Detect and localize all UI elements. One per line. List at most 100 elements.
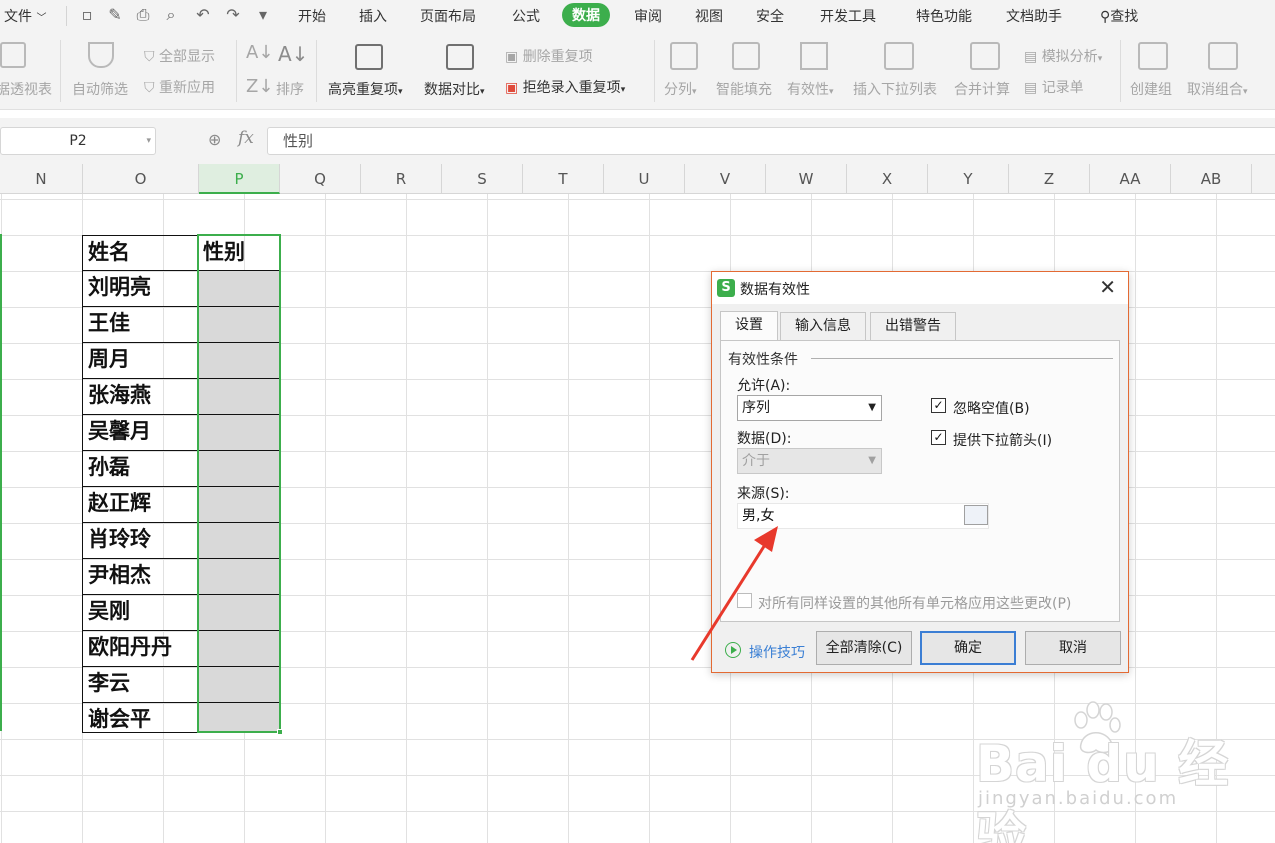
name-cell[interactable]: 刘明亮 [82,271,198,306]
record-form-button[interactable]: ▤ 记录单 [1024,77,1084,97]
print-preview-icon[interactable]: ⌕ [160,5,182,25]
tab-insert[interactable]: 插入 [359,6,387,26]
create-group-button[interactable]: 创建组 [1130,79,1172,99]
cancel-group-button[interactable]: 取消组合▾ [1187,79,1248,99]
tab-review[interactable]: 审阅 [634,6,662,26]
selection-edge [0,234,2,731]
dropdown-arrow-checkbox[interactable]: ✓ [931,430,946,445]
insert-dropdown-button[interactable]: 插入下拉列表 [853,79,937,99]
header-name-cell[interactable]: 姓名 [82,236,198,270]
tab-input-message[interactable]: 输入信息 [780,312,866,340]
name-cell[interactable]: 孙磊 [82,451,198,486]
close-icon[interactable]: ✕ [1099,276,1116,298]
data-select: 介于 ▼ [737,448,882,474]
name-cell[interactable]: 吴馨月 [82,415,198,450]
column-header-aa[interactable]: AA [1090,164,1171,194]
tab-formula[interactable]: 公式 [512,6,540,26]
apply-all-label: 对所有同样设置的其他所有单元格应用这些更改(P) [758,596,1072,612]
show-all-button[interactable]: ⛉ 全部显示 [144,46,215,66]
tab-home[interactable]: 开始 [298,6,326,26]
zoom-formula-icon[interactable]: ⊕ [208,130,221,149]
dropdown-arrow-icon: ▼ [868,455,876,466]
reject-duplicates-button[interactable]: ▣ 拒绝录入重复项▾ [505,77,625,97]
file-menu[interactable]: 文件 ﹀ [4,6,46,26]
tips-link[interactable]: 操作技巧 [749,642,805,662]
name-cell[interactable]: 尹相杰 [82,559,198,594]
watermark-brand: Bai du 经验 [976,735,1230,843]
delete-duplicates-button[interactable]: ▣ 删除重复项 [505,46,593,66]
column-header-y[interactable]: Y [928,164,1009,194]
name-cell[interactable]: 李云 [82,667,198,702]
column-header-t[interactable]: T [523,164,604,194]
tab-view[interactable]: 视图 [695,6,723,26]
tab-special[interactable]: 特色功能 [916,6,972,26]
print-icon[interactable]: ⎙ [132,5,154,25]
name-cell[interactable]: 王佳 [82,307,198,342]
ribbon-separator [654,40,655,102]
column-header-q[interactable]: Q [280,164,361,194]
reapply-button[interactable]: ⛉ 重新应用 [144,77,215,97]
format-painter-icon[interactable]: ✎ [104,5,126,25]
sort-asc-icon[interactable]: A↓ [246,42,273,63]
name-cell[interactable]: 肖玲玲 [82,523,198,558]
cancel-button[interactable]: 取消 [1025,631,1121,665]
chevron-down-icon[interactable]: ▾ [146,128,151,154]
clear-all-button[interactable]: 全部清除(C) [816,631,912,665]
name-cell[interactable]: 周月 [82,343,198,378]
column-header-r[interactable]: R [361,164,442,194]
allow-select[interactable]: 序列 ▼ [737,395,882,421]
name-cell[interactable]: 谢会平 [82,703,198,732]
fill-handle[interactable] [277,729,283,735]
search-button[interactable]: ⚲查找 [1100,6,1138,26]
highlight-duplicates-button[interactable]: 高亮重复项▾ [328,79,403,99]
name-box[interactable]: P2 ▾ [0,127,156,155]
range-picker-icon[interactable] [964,505,988,525]
dialog-titlebar[interactable]: S 数据有效性 ✕ [712,272,1128,304]
ignore-blank-checkbox[interactable]: ✓ [931,398,946,413]
validity-button[interactable]: 有效性▾ [787,79,834,99]
pivot-table-button[interactable]: 数据透视表 [0,79,52,99]
name-cell[interactable]: 张海燕 [82,379,198,414]
name-cell[interactable]: 欧阳丹丹 [82,631,198,666]
redo-icon[interactable]: ↷ [222,5,244,25]
ok-button[interactable]: 确定 [920,631,1016,665]
simulate-analysis-button[interactable]: ▤ 模拟分析▾ [1024,46,1102,66]
name-cell[interactable]: 赵正辉 [82,487,198,522]
column-header-x[interactable]: X [847,164,928,194]
tab-doc-assistant[interactable]: 文档助手 [1006,6,1062,26]
name-cell[interactable]: 吴刚 [82,595,198,630]
column-header-s[interactable]: S [442,164,523,194]
column-header-p[interactable]: P [199,164,280,194]
tab-settings[interactable]: 设置 [720,311,778,341]
column-header-ab[interactable]: AB [1171,164,1252,194]
autofilter-button[interactable]: 自动筛选 [72,79,128,99]
merge-calc-icon [970,42,1000,70]
save-icon[interactable]: ▫ [76,5,98,25]
sort-desc-icon[interactable]: Z↓ [246,76,273,97]
record-form-icon: ▤ [1024,80,1042,96]
sort-button[interactable]: 排序 [276,79,304,99]
tab-security[interactable]: 安全 [756,6,784,26]
column-header-v[interactable]: V [685,164,766,194]
smart-fill-button[interactable]: 智能填充 [716,79,772,99]
formula-input[interactable]: 性别 [267,127,1275,155]
merge-calc-button[interactable]: 合并计算 [954,79,1010,99]
tab-page-layout[interactable]: 页面布局 [420,6,476,26]
data-compare-button[interactable]: 数据对比▾ [424,79,485,99]
column-header-w[interactable]: W [766,164,847,194]
column-header-n[interactable]: N [0,164,83,194]
tab-error-alert[interactable]: 出错警告 [870,312,956,340]
column-header-u[interactable]: U [604,164,685,194]
play-tips-icon[interactable] [725,642,741,658]
column-header-z[interactable]: Z [1009,164,1090,194]
data-validity-dialog: S 数据有效性 ✕ 设置 输入信息 出错警告 有效性条件 允许(A): 序列 ▼ … [711,271,1129,673]
undo-icon[interactable]: ↶ [192,5,214,25]
source-input[interactable]: 男,女 [737,503,989,529]
tab-data[interactable]: 数据 [562,3,610,27]
insert-function-icon[interactable]: fx [238,128,254,148]
split-column-button[interactable]: 分列▾ [664,79,697,99]
create-group-icon [1138,42,1168,70]
column-header-o[interactable]: O [83,164,199,194]
tab-developer[interactable]: 开发工具 [820,6,876,26]
quick-access-more-icon[interactable]: ▾ [252,5,274,25]
